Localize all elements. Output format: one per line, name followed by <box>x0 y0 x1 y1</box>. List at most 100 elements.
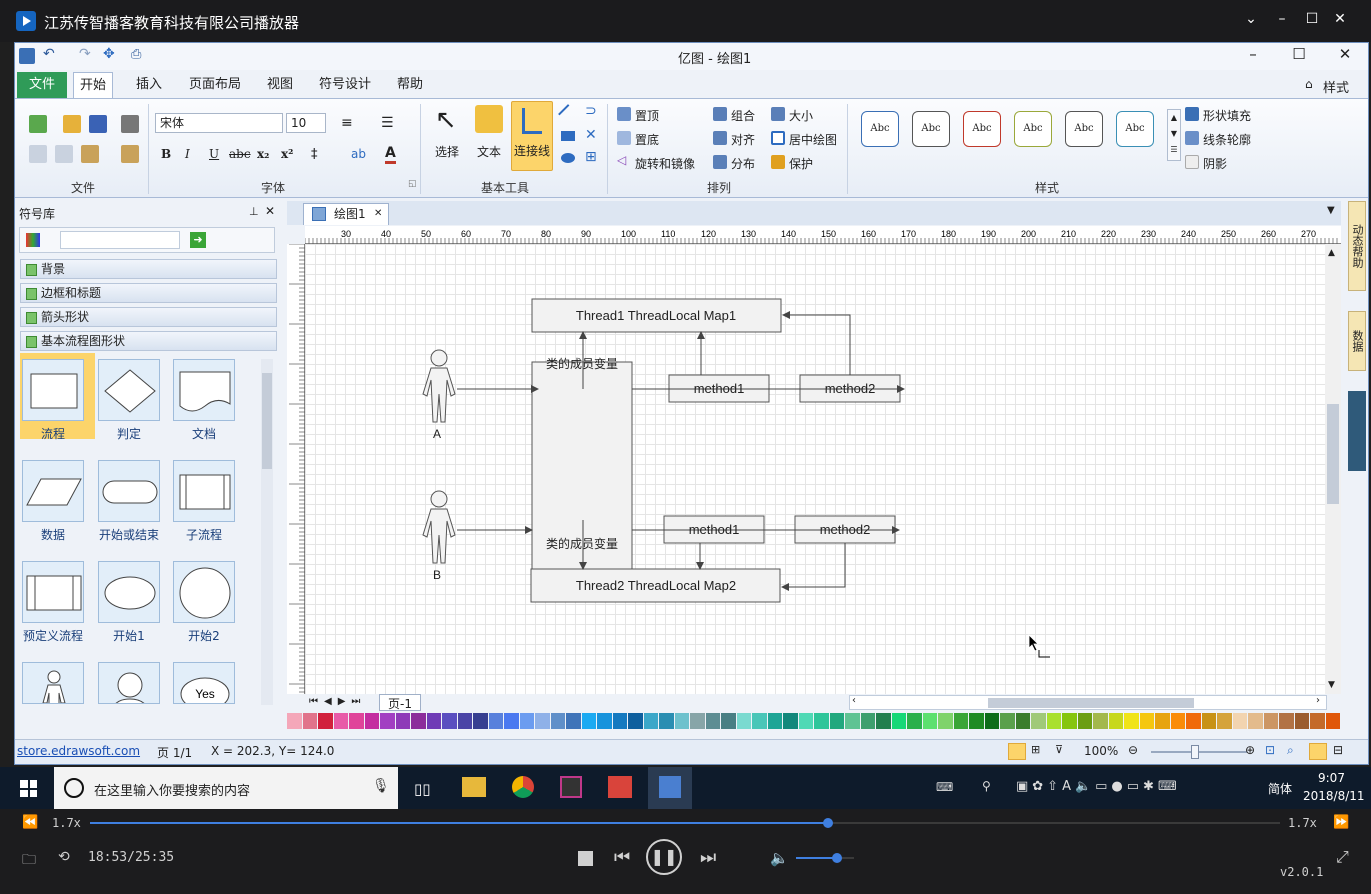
go-arrow-icon[interactable]: ➜ <box>190 232 206 248</box>
clock-time[interactable]: 9:07 <box>1318 771 1345 785</box>
line-outline-button[interactable]: 线条轮廓 <box>1203 131 1251 148</box>
speed-left[interactable]: 1.7x <box>52 816 81 830</box>
filter-icon[interactable]: ⊽ <box>1055 743 1063 756</box>
volume-knob[interactable] <box>831 853 842 863</box>
chevron-down-icon[interactable]: ⌄ <box>1241 11 1261 27</box>
player-taskbar-item[interactable] <box>648 767 692 809</box>
text-button[interactable]: 文本 <box>477 143 501 160</box>
crop-icon[interactable]: ⊞ <box>585 149 597 165</box>
library-scrollbar[interactable] <box>261 359 273 705</box>
move-icon[interactable]: ✥ <box>103 46 115 62</box>
color-swatch[interactable] <box>814 713 829 729</box>
shape-actor[interactable] <box>22 662 84 704</box>
ime-indicator[interactable]: 简体 <box>1268 780 1292 797</box>
data-tab[interactable]: 数据 <box>1348 311 1366 371</box>
color-swatch[interactable] <box>457 713 472 729</box>
format-painter-icon[interactable] <box>121 145 139 163</box>
color-swatch[interactable] <box>488 713 503 729</box>
shape-fill-button[interactable]: 形状填充 <box>1203 107 1251 124</box>
redo-icon[interactable]: ↷ <box>79 46 91 62</box>
intellij-icon[interactable] <box>560 776 582 798</box>
select-button[interactable]: 选择 <box>435 143 459 160</box>
grid-toggle-icon[interactable] <box>1309 743 1327 760</box>
shape-process[interactable] <box>22 359 84 421</box>
tab-help[interactable]: 帮助 <box>391 72 429 98</box>
loop-icon[interactable]: ⟲ <box>58 849 70 865</box>
collapse-ribbon-icon[interactable]: ⌂ <box>1305 77 1313 91</box>
color-swatch[interactable] <box>705 713 720 729</box>
people-icon[interactable]: ⚲ <box>982 779 991 793</box>
keyboard-icon[interactable]: ⌨ <box>936 780 953 794</box>
color-swatch[interactable] <box>411 713 426 729</box>
taskbar-search-box[interactable]: 在这里输入你要搜索的内容 🎙 <box>54 767 398 809</box>
color-swatch[interactable] <box>504 713 519 729</box>
color-swatch[interactable] <box>1201 713 1216 729</box>
open-icon[interactable] <box>63 115 81 133</box>
expand-icon[interactable]: ⤢ <box>1336 847 1349 867</box>
style-swatch-5[interactable]: Abc <box>1065 111 1103 147</box>
speed-right[interactable]: 1.7x <box>1288 816 1317 830</box>
side-tool-tab[interactable] <box>1348 391 1366 471</box>
scroll-right-icon[interactable]: › <box>1316 695 1320 706</box>
fit-page-icon[interactable]: ⊡ <box>1265 743 1275 757</box>
category-arrows[interactable]: 箭头形状 <box>20 307 277 327</box>
font-size-select[interactable]: 10 <box>286 113 326 133</box>
shape-predefined-process[interactable] <box>22 561 84 623</box>
color-swatch[interactable] <box>426 713 441 729</box>
microphone-icon[interactable]: 🎙 <box>372 778 390 794</box>
actor-b-figure[interactable] <box>422 490 456 564</box>
app-maximize-button[interactable]: ☐ <box>1287 45 1311 63</box>
color-swatch[interactable] <box>1170 713 1185 729</box>
library-scroll-thumb[interactable] <box>262 373 272 469</box>
underline-button[interactable]: U <box>209 147 219 161</box>
volume-icon[interactable]: 🔈 <box>770 849 789 867</box>
tray-icons[interactable]: ▣✿⇧A🔈▭●▭✱⌨ <box>1016 779 1181 794</box>
stop-icon[interactable] <box>578 851 593 866</box>
color-swatch[interactable] <box>395 713 410 729</box>
color-swatch[interactable] <box>752 713 767 729</box>
folder-icon[interactable]: 🗀 <box>22 849 36 873</box>
color-swatch[interactable] <box>674 713 689 729</box>
shape-subprocess[interactable] <box>173 460 235 522</box>
color-swatch[interactable] <box>643 713 658 729</box>
color-swatch[interactable] <box>1248 713 1263 729</box>
layout-view-icon[interactable]: ⊞ <box>1031 743 1040 756</box>
tab-insert[interactable]: 插入 <box>130 72 168 98</box>
send-to-bottom-button[interactable]: 置底 <box>635 131 659 148</box>
text-tool-icon[interactable] <box>475 105 503 133</box>
maximize-button[interactable]: ☐ <box>1302 11 1322 27</box>
chrome-icon[interactable] <box>512 776 534 798</box>
task-view-icon[interactable]: ▯▯ <box>414 780 431 798</box>
paste-icon[interactable] <box>81 145 99 163</box>
cross-icon[interactable]: ✕ <box>585 127 597 143</box>
color-swatch[interactable] <box>798 713 813 729</box>
category-flowchart[interactable]: 基本流程图形状 <box>20 331 277 351</box>
color-swatch[interactable] <box>721 713 736 729</box>
edraw-app-icon[interactable] <box>608 776 632 798</box>
color-swatch[interactable] <box>1232 713 1247 729</box>
category-borders-titles[interactable]: 边框和标题 <box>20 283 277 303</box>
new-icon[interactable] <box>29 115 47 133</box>
color-swatch[interactable] <box>1310 713 1325 729</box>
panel-close-icon[interactable]: ✕ <box>265 204 275 218</box>
color-swatch[interactable] <box>984 713 999 729</box>
color-swatch[interactable] <box>519 713 534 729</box>
page-tab[interactable]: 页-1 <box>379 694 421 711</box>
fullscreen-icon[interactable]: ⊟ <box>1333 743 1343 757</box>
color-swatch[interactable] <box>628 713 643 729</box>
group-button[interactable]: 组合 <box>731 107 755 124</box>
shape-data[interactable] <box>22 460 84 522</box>
color-swatch[interactable] <box>845 713 860 729</box>
color-swatch[interactable] <box>612 713 627 729</box>
dynamic-help-tab[interactable]: 动态帮助 <box>1348 201 1366 291</box>
tab-file[interactable]: 文件 <box>17 72 67 98</box>
shape-terminator[interactable] <box>98 460 160 522</box>
color-swatch[interactable] <box>767 713 782 729</box>
color-swatch[interactable] <box>1217 713 1232 729</box>
style-swatch-1[interactable]: Abc <box>861 111 899 147</box>
line-icon[interactable] <box>558 104 578 124</box>
page-nav-arrows-icon[interactable]: ⏮◀▶⏭ <box>309 696 366 707</box>
tab-symbol-design[interactable]: 符号设计 <box>313 72 377 98</box>
color-swatch[interactable] <box>969 713 984 729</box>
scroll-down-icon[interactable]: ▼ <box>1328 680 1335 690</box>
